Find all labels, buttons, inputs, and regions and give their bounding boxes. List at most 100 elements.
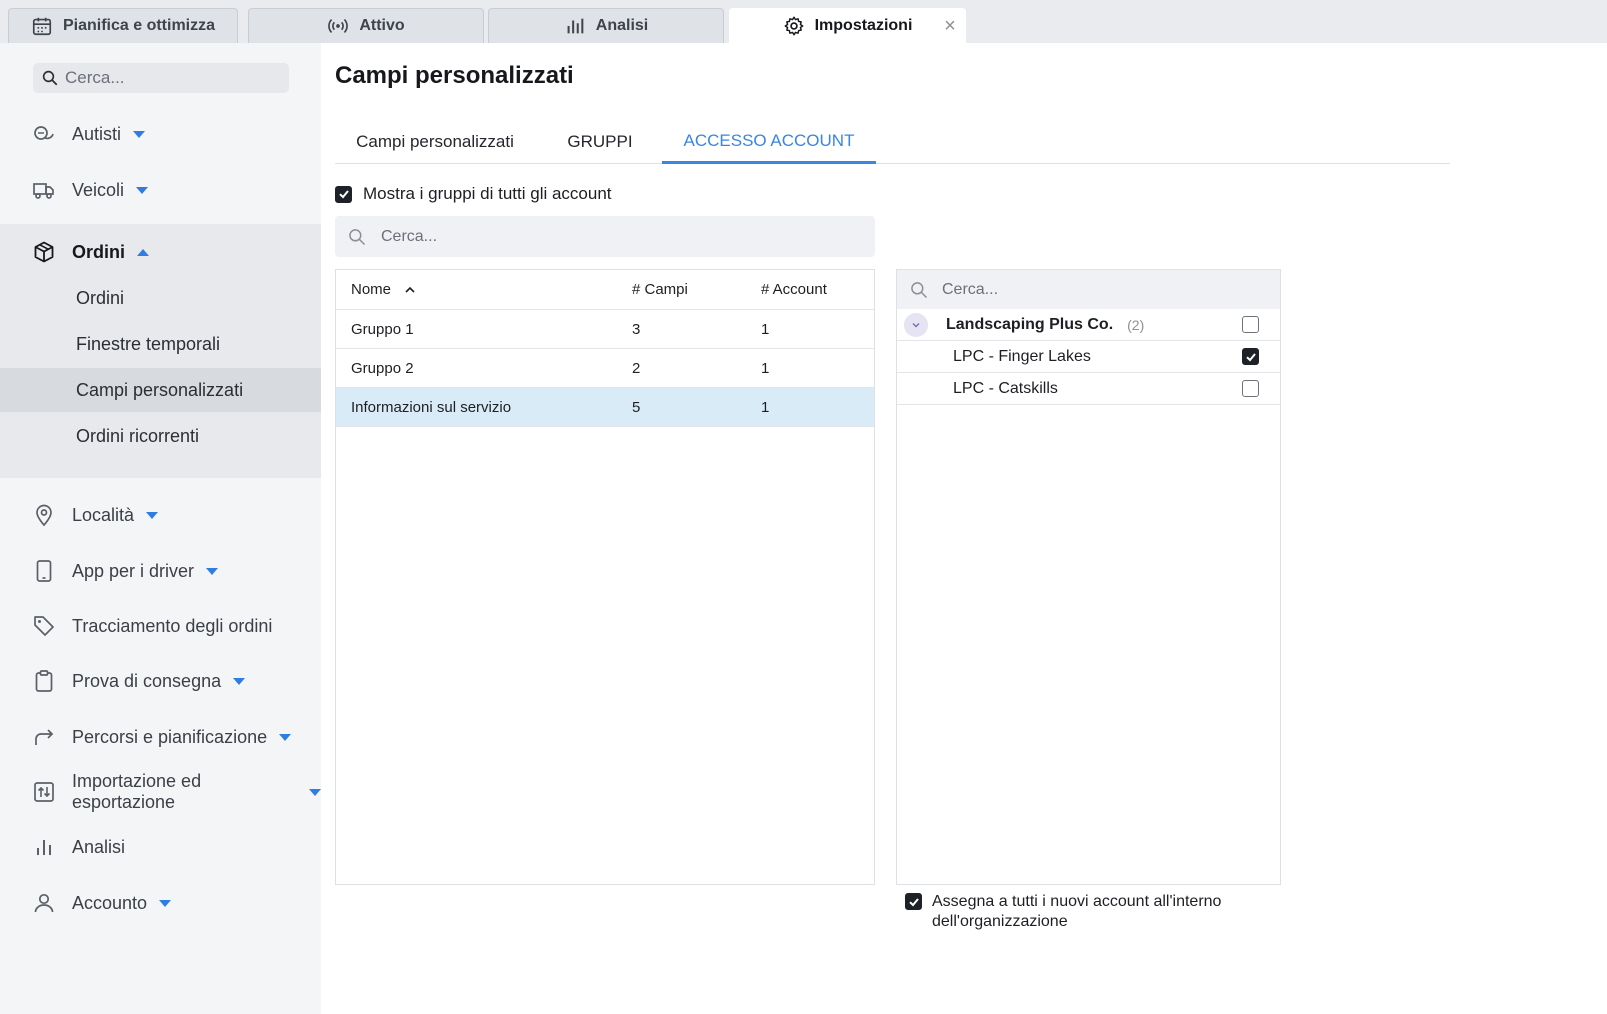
tab-label: Analisi: [595, 17, 649, 34]
checkmark-icon: [908, 897, 919, 906]
sidebar-item-app-driver[interactable]: App per i driver: [0, 543, 321, 599]
column-header-campi[interactable]: # Campi: [632, 270, 688, 309]
subtab-campi-personalizzati[interactable]: Campi personalizzati: [335, 120, 535, 163]
column-header-nome[interactable]: Nome: [351, 270, 417, 309]
tab-attivo[interactable]: Attivo: [248, 8, 484, 43]
cell-fields: 5: [632, 398, 641, 416]
column-header-account[interactable]: # Account: [761, 270, 827, 309]
assign-label: Assegna a tutti i nuovi account all'inte…: [932, 893, 1222, 930]
sidebar-item-account[interactable]: Accounto: [0, 875, 321, 931]
close-tab-icon[interactable]: ×: [941, 16, 959, 36]
sidebar-item-label: Località: [72, 504, 135, 525]
cell-name: Informazioni sul servizio: [351, 398, 512, 416]
sidebar-item-percorsi[interactable]: Percorsi e pianificazione: [0, 709, 321, 765]
table-header: Nome # Campi # Account: [336, 270, 874, 310]
column-header-label: Nome: [351, 281, 392, 298]
cell-fields: 3: [632, 320, 641, 338]
sidebar-subitem-label: Ordini: [76, 287, 125, 308]
accounts-panel: Landscaping Plus Co. (2) LPC - Finger La…: [896, 269, 1281, 885]
sidebar-subitem-ordini[interactable]: Ordini: [0, 276, 321, 320]
tag-icon: [34, 616, 54, 636]
clipboard-icon: [35, 670, 53, 692]
groups-table: Nome # Campi # Account Gruppo 1 3 1 Grup…: [335, 269, 875, 885]
account-group-checkbox[interactable]: [1242, 316, 1259, 333]
account-group-name: Landscaping Plus Co. (2): [946, 309, 1144, 341]
chevron-down-icon: [133, 130, 146, 138]
sidebar-item-veicoli[interactable]: Veicoli: [0, 162, 321, 218]
sidebar-subitem-campi-personalizzati[interactable]: Campi personalizzati: [0, 368, 321, 412]
search-icon: [42, 70, 58, 86]
account-row[interactable]: LPC - Finger Lakes: [897, 341, 1280, 373]
account-checkbox[interactable]: [1242, 380, 1259, 397]
tab-impostazioni[interactable]: Impostazioni ×: [729, 8, 966, 43]
chevron-down-icon: [279, 733, 292, 741]
cell-fields: 2: [632, 359, 641, 377]
search-icon: [349, 228, 366, 245]
sidebar-item-label: App per i driver: [72, 560, 195, 581]
map-pin-icon: [36, 504, 52, 527]
chevron-down-icon: [233, 677, 246, 685]
sidebar-item-label: Veicoli: [72, 179, 125, 200]
tab-pianifica[interactable]: Pianifica e ottimizza: [8, 8, 238, 43]
subtab-accesso-account[interactable]: ACCESSO ACCOUNT: [662, 120, 876, 164]
account-group-row[interactable]: Landscaping Plus Co. (2): [897, 309, 1280, 341]
chevron-up-icon: [137, 248, 149, 256]
sidebar-search-input[interactable]: [65, 68, 265, 88]
sidebar-item-analisi[interactable]: Analisi: [0, 819, 321, 875]
account-checkbox[interactable]: [1242, 348, 1259, 365]
sidebar-item-label: Accounto: [72, 892, 148, 913]
table-row[interactable]: Gruppo 1 3 1: [336, 310, 874, 349]
bar-chart-icon: [567, 18, 584, 34]
group-name-label: Landscaping Plus Co.: [946, 316, 1114, 333]
gear-icon: [784, 16, 804, 36]
user-icon: [34, 893, 54, 913]
sidebar-item-autisti[interactable]: Autisti: [0, 106, 321, 162]
account-search[interactable]: [897, 270, 1280, 309]
ordini-section: Ordini Ordini Finestre temporali Campi p…: [0, 224, 321, 478]
sidebar-item-label: Analisi: [72, 836, 126, 857]
tab-label: Impostazioni: [814, 17, 913, 34]
sidebar-item-ordini[interactable]: Ordini: [0, 224, 321, 280]
route-arrow-icon: [35, 729, 54, 745]
show-all-checkbox[interactable]: [335, 185, 352, 203]
account-name: LPC - Finger Lakes: [953, 348, 1091, 365]
account-search-input[interactable]: [942, 280, 1242, 299]
chevron-down-icon: [206, 567, 219, 575]
chevron-down-icon: [309, 788, 321, 796]
drivers-icon: [34, 126, 54, 140]
sidebar-subitem-ordini-ricorrenti[interactable]: Ordini ricorrenti: [0, 414, 321, 458]
cell-name: Gruppo 1: [351, 320, 414, 338]
tab-analisi[interactable]: Analisi: [488, 8, 724, 43]
table-row-selected[interactable]: Informazioni sul servizio 5 1: [336, 388, 874, 427]
group-search[interactable]: [335, 216, 875, 257]
chevron-down-icon: [146, 511, 159, 519]
truck-icon: [33, 183, 54, 199]
sidebar-subitem-finestre-temporali[interactable]: Finestre temporali: [0, 322, 321, 366]
sidebar-item-label: Tracciamento degli ordini: [72, 615, 273, 636]
sidebar-item-prova-consegna[interactable]: Prova di consegna: [0, 653, 321, 709]
sidebar-item-tracciamento[interactable]: Tracciamento degli ordini: [0, 598, 321, 654]
tab-label: Pianifica e ottimizza: [62, 17, 216, 34]
page-title: Campi personalizzati: [335, 62, 574, 89]
cell-accounts: 1: [761, 320, 770, 338]
table-row[interactable]: Gruppo 2 2 1: [336, 349, 874, 388]
chevron-down-icon[interactable]: [904, 313, 928, 337]
chevron-down-icon: [159, 899, 172, 907]
checkmark-icon: [338, 190, 349, 199]
sort-ascending-icon: [405, 286, 415, 293]
subtab-gruppi[interactable]: GRUPPI: [545, 120, 655, 163]
sidebar-subitem-label: Campi personalizzati: [76, 379, 244, 400]
sidebar: Autisti Veicoli Ordini Ordini Finestre t…: [0, 43, 321, 1014]
top-tab-bar: Pianifica e ottimizza Attivo Analisi Imp…: [0, 0, 1607, 43]
group-search-input[interactable]: [381, 227, 821, 246]
account-row[interactable]: LPC - Catskills: [897, 373, 1280, 405]
assign-checkbox[interactable]: [905, 893, 922, 910]
phone-icon: [36, 560, 52, 582]
sidebar-search[interactable]: [33, 63, 289, 93]
checkmark-icon: [1245, 352, 1256, 361]
assign-new-accounts-option[interactable]: Assegna a tutti i nuovi account all'inte…: [905, 892, 1252, 932]
sidebar-item-label: Percorsi e pianificazione: [72, 726, 268, 747]
sidebar-item-import-export[interactable]: Importazione ed esportazione: [0, 764, 321, 820]
sidebar-item-localita[interactable]: Località: [0, 487, 321, 543]
show-all-groups-option[interactable]: Mostra i gruppi di tutti gli account: [335, 184, 612, 204]
